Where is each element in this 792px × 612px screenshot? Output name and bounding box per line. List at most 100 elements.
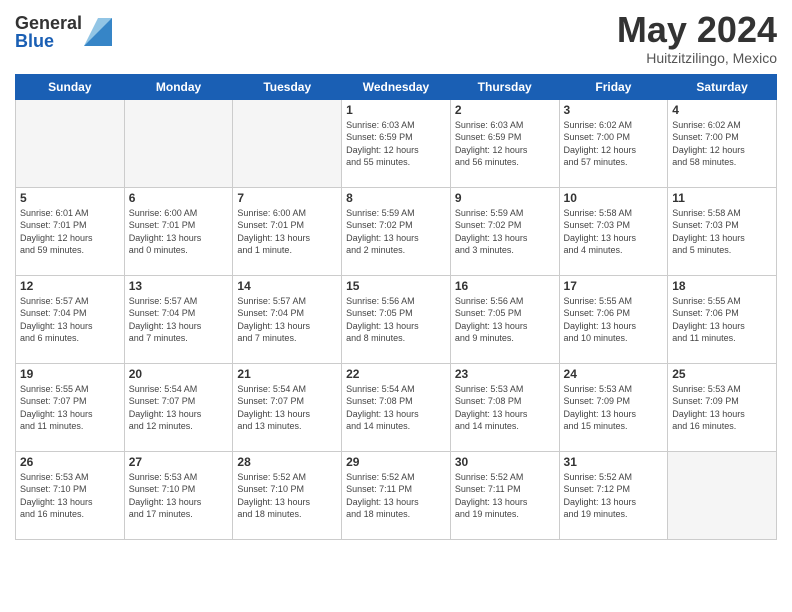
day-info: Sunrise: 5:52 AM Sunset: 7:11 PM Dayligh… bbox=[455, 471, 555, 521]
day-info: Sunrise: 5:53 AM Sunset: 7:10 PM Dayligh… bbox=[129, 471, 229, 521]
day-info: Sunrise: 5:56 AM Sunset: 7:05 PM Dayligh… bbox=[455, 295, 555, 345]
calendar-day-cell: 10Sunrise: 5:58 AM Sunset: 7:03 PM Dayli… bbox=[559, 187, 668, 275]
title-area: May 2024 Huitzitzilingo, Mexico bbox=[617, 10, 777, 66]
day-info: Sunrise: 5:59 AM Sunset: 7:02 PM Dayligh… bbox=[455, 207, 555, 257]
logo-general: General bbox=[15, 14, 82, 32]
day-info: Sunrise: 5:54 AM Sunset: 7:07 PM Dayligh… bbox=[129, 383, 229, 433]
calendar-header-row: SundayMondayTuesdayWednesdayThursdayFrid… bbox=[16, 74, 777, 99]
calendar-day-cell: 8 Sunrise: 5:59 AM Sunset: 7:02 PM Daylig… bbox=[342, 187, 451, 275]
calendar-weekday: Thursday bbox=[450, 74, 559, 99]
calendar-day-cell: 26 Sunrise: 5:53 AM Sunset: 7:10 PM Dayli… bbox=[16, 451, 125, 539]
calendar-day-cell: 19 Sunrise: 5:55 AM Sunset: 7:07 PM Dayli… bbox=[16, 363, 125, 451]
calendar-day-cell: 5Sunrise: 6:01 AM Sunset: 7:01 PM Daylig… bbox=[16, 187, 125, 275]
calendar-day-cell: 14 Sunrise: 5:57 AM Sunset: 7:04 PM Dayli… bbox=[233, 275, 342, 363]
day-info: Sunrise: 5:58 AM Sunset: 7:03 PM Dayligh… bbox=[564, 207, 664, 257]
day-info: Sunrise: 5:58 AM Sunset: 7:03 PM Dayligh… bbox=[672, 207, 772, 257]
logo-text: General Blue bbox=[15, 14, 82, 50]
day-info: Sunrise: 5:55 AM Sunset: 7:06 PM Dayligh… bbox=[564, 295, 664, 345]
day-number: 26 bbox=[20, 455, 120, 469]
day-number: 18 bbox=[672, 279, 772, 293]
day-number: 3 bbox=[564, 103, 664, 117]
calendar-day-cell: 21 Sunrise: 5:54 AM Sunset: 7:07 PM Dayli… bbox=[233, 363, 342, 451]
location: Huitzitzilingo, Mexico bbox=[617, 50, 777, 66]
calendar-day-cell: 7 Sunrise: 6:00 AM Sunset: 7:01 PM Daylig… bbox=[233, 187, 342, 275]
calendar-week-row: 19 Sunrise: 5:55 AM Sunset: 7:07 PM Dayli… bbox=[16, 363, 777, 451]
day-number: 19 bbox=[20, 367, 120, 381]
day-info: Sunrise: 5:59 AM Sunset: 7:02 PM Dayligh… bbox=[346, 207, 446, 257]
day-number: 23 bbox=[455, 367, 555, 381]
calendar-weekday: Saturday bbox=[668, 74, 777, 99]
day-number: 28 bbox=[237, 455, 337, 469]
day-info: Sunrise: 5:52 AM Sunset: 7:10 PM Dayligh… bbox=[237, 471, 337, 521]
day-info: Sunrise: 5:52 AM Sunset: 7:11 PM Dayligh… bbox=[346, 471, 446, 521]
page: General Blue May 2024 Huitzitzilingo, Me… bbox=[0, 0, 792, 612]
calendar-table: SundayMondayTuesdayWednesdayThursdayFrid… bbox=[15, 74, 777, 540]
calendar-weekday: Friday bbox=[559, 74, 668, 99]
calendar-day-cell bbox=[668, 451, 777, 539]
day-number: 17 bbox=[564, 279, 664, 293]
calendar-day-cell: 4Sunrise: 6:02 AM Sunset: 7:00 PM Daylig… bbox=[668, 99, 777, 187]
calendar-day-cell: 13Sunrise: 5:57 AM Sunset: 7:04 PM Dayli… bbox=[124, 275, 233, 363]
day-number: 8 bbox=[346, 191, 446, 205]
day-number: 1 bbox=[346, 103, 446, 117]
calendar-day-cell bbox=[16, 99, 125, 187]
header: General Blue May 2024 Huitzitzilingo, Me… bbox=[15, 10, 777, 66]
day-number: 2 bbox=[455, 103, 555, 117]
day-number: 21 bbox=[237, 367, 337, 381]
calendar-week-row: 1 Sunrise: 6:03 AM Sunset: 6:59 PM Daylig… bbox=[16, 99, 777, 187]
day-info: Sunrise: 5:57 AM Sunset: 7:04 PM Dayligh… bbox=[129, 295, 229, 345]
calendar-day-cell: 20 Sunrise: 5:54 AM Sunset: 7:07 PM Dayli… bbox=[124, 363, 233, 451]
calendar-day-cell: 3 Sunrise: 6:02 AM Sunset: 7:00 PM Daylig… bbox=[559, 99, 668, 187]
day-info: Sunrise: 5:52 AM Sunset: 7:12 PM Dayligh… bbox=[564, 471, 664, 521]
day-info: Sunrise: 5:53 AM Sunset: 7:08 PM Dayligh… bbox=[455, 383, 555, 433]
calendar-day-cell: 15 Sunrise: 5:56 AM Sunset: 7:05 PM Dayli… bbox=[342, 275, 451, 363]
day-number: 27 bbox=[129, 455, 229, 469]
day-info: Sunrise: 6:01 AM Sunset: 7:01 PM Dayligh… bbox=[20, 207, 120, 257]
day-number: 14 bbox=[237, 279, 337, 293]
calendar-day-cell: 23 Sunrise: 5:53 AM Sunset: 7:08 PM Dayli… bbox=[450, 363, 559, 451]
day-number: 16 bbox=[455, 279, 555, 293]
day-number: 7 bbox=[237, 191, 337, 205]
day-number: 22 bbox=[346, 367, 446, 381]
calendar-day-cell: 22 Sunrise: 5:54 AM Sunset: 7:08 PM Dayli… bbox=[342, 363, 451, 451]
calendar-day-cell: 2Sunrise: 6:03 AM Sunset: 6:59 PM Daylig… bbox=[450, 99, 559, 187]
day-number: 29 bbox=[346, 455, 446, 469]
calendar-day-cell: 17 Sunrise: 5:55 AM Sunset: 7:06 PM Dayli… bbox=[559, 275, 668, 363]
calendar-week-row: 26 Sunrise: 5:53 AM Sunset: 7:10 PM Dayli… bbox=[16, 451, 777, 539]
day-info: Sunrise: 5:54 AM Sunset: 7:08 PM Dayligh… bbox=[346, 383, 446, 433]
calendar-weekday: Monday bbox=[124, 74, 233, 99]
logo: General Blue bbox=[15, 14, 112, 50]
day-info: Sunrise: 5:57 AM Sunset: 7:04 PM Dayligh… bbox=[20, 295, 120, 345]
day-info: Sunrise: 6:00 AM Sunset: 7:01 PM Dayligh… bbox=[129, 207, 229, 257]
day-info: Sunrise: 5:53 AM Sunset: 7:09 PM Dayligh… bbox=[564, 383, 664, 433]
day-info: Sunrise: 5:53 AM Sunset: 7:10 PM Dayligh… bbox=[20, 471, 120, 521]
day-info: Sunrise: 6:03 AM Sunset: 6:59 PM Dayligh… bbox=[346, 119, 446, 169]
calendar-week-row: 12Sunrise: 5:57 AM Sunset: 7:04 PM Dayli… bbox=[16, 275, 777, 363]
logo-blue: Blue bbox=[15, 32, 82, 50]
day-number: 11 bbox=[672, 191, 772, 205]
day-number: 15 bbox=[346, 279, 446, 293]
calendar-day-cell: 12Sunrise: 5:57 AM Sunset: 7:04 PM Dayli… bbox=[16, 275, 125, 363]
calendar-week-row: 5Sunrise: 6:01 AM Sunset: 7:01 PM Daylig… bbox=[16, 187, 777, 275]
calendar-day-cell: 27 Sunrise: 5:53 AM Sunset: 7:10 PM Dayli… bbox=[124, 451, 233, 539]
calendar-weekday: Tuesday bbox=[233, 74, 342, 99]
day-info: Sunrise: 6:02 AM Sunset: 7:00 PM Dayligh… bbox=[672, 119, 772, 169]
day-info: Sunrise: 5:53 AM Sunset: 7:09 PM Dayligh… bbox=[672, 383, 772, 433]
day-info: Sunrise: 5:55 AM Sunset: 7:07 PM Dayligh… bbox=[20, 383, 120, 433]
day-info: Sunrise: 5:55 AM Sunset: 7:06 PM Dayligh… bbox=[672, 295, 772, 345]
day-info: Sunrise: 5:56 AM Sunset: 7:05 PM Dayligh… bbox=[346, 295, 446, 345]
calendar-day-cell: 24Sunrise: 5:53 AM Sunset: 7:09 PM Dayli… bbox=[559, 363, 668, 451]
calendar-day-cell bbox=[124, 99, 233, 187]
calendar-day-cell bbox=[233, 99, 342, 187]
calendar-weekday: Wednesday bbox=[342, 74, 451, 99]
calendar-day-cell: 11 Sunrise: 5:58 AM Sunset: 7:03 PM Dayli… bbox=[668, 187, 777, 275]
calendar-day-cell: 18 Sunrise: 5:55 AM Sunset: 7:06 PM Dayli… bbox=[668, 275, 777, 363]
day-info: Sunrise: 5:57 AM Sunset: 7:04 PM Dayligh… bbox=[237, 295, 337, 345]
day-info: Sunrise: 6:02 AM Sunset: 7:00 PM Dayligh… bbox=[564, 119, 664, 169]
day-info: Sunrise: 5:54 AM Sunset: 7:07 PM Dayligh… bbox=[237, 383, 337, 433]
calendar-day-cell: 1 Sunrise: 6:03 AM Sunset: 6:59 PM Daylig… bbox=[342, 99, 451, 187]
day-info: Sunrise: 6:00 AM Sunset: 7:01 PM Dayligh… bbox=[237, 207, 337, 257]
calendar-day-cell: 28 Sunrise: 5:52 AM Sunset: 7:10 PM Dayli… bbox=[233, 451, 342, 539]
day-number: 20 bbox=[129, 367, 229, 381]
day-number: 9 bbox=[455, 191, 555, 205]
